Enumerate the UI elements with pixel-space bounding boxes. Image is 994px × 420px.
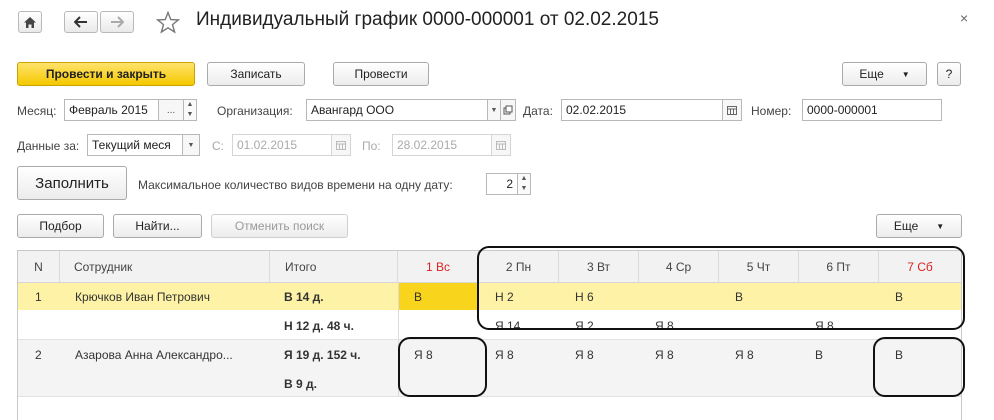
save-button[interactable]: Записать [207, 62, 305, 86]
close-icon[interactable]: × [960, 10, 968, 26]
data-for-label: Данные за: [17, 139, 80, 153]
day-cell[interactable]: Я 8 [735, 348, 754, 362]
col-day-header[interactable]: 4 Ср [639, 251, 719, 283]
total-line2: В 9 д. [284, 377, 317, 391]
home-icon [24, 16, 36, 28]
forward-button[interactable] [100, 11, 134, 33]
day-cell[interactable]: Я 8 [655, 348, 674, 362]
col-n-header[interactable]: N [18, 251, 60, 283]
fill-button[interactable]: Заполнить [17, 166, 127, 200]
cancel-search-button[interactable]: Отменить поиск [211, 214, 348, 238]
col-day-header[interactable]: 2 Пн [479, 251, 559, 283]
col-total-header[interactable]: Итого [270, 251, 398, 283]
to-date-field[interactable]: 28.02.2015 [392, 134, 492, 156]
data-for-dropdown-icon[interactable]: ▼ [182, 134, 200, 156]
arrow-left-icon [74, 16, 87, 28]
from-date-field[interactable]: 01.02.2015 [232, 134, 332, 156]
day-cell[interactable]: В [735, 290, 743, 304]
month-label: Месяц: [17, 104, 57, 118]
post-and-close-button[interactable]: Провести и закрыть [17, 62, 195, 86]
day-cell[interactable]: В [895, 348, 903, 362]
employee-name: Азарова Анна Александро... [75, 348, 233, 362]
col-day-header[interactable]: 6 Пт [799, 251, 879, 283]
day-cell[interactable]: В [414, 290, 422, 304]
home-button[interactable] [18, 11, 42, 33]
date-label: Дата: [523, 104, 553, 118]
table-row-continuation[interactable]: Н 12 д. 48 ч. Я 14 Я 2 Я 8 Я 8 [18, 310, 961, 340]
schedule-table: N Сотрудник Итого 1 Вс 2 Пн 3 Вт 4 Ср 5 … [17, 250, 962, 420]
total-line1: Я 19 д. 152 ч. [284, 348, 361, 362]
col-day-header[interactable]: 1 Вс [398, 251, 479, 283]
table-row[interactable]: 1 Крючков Иван Петрович В 14 д. В Н 2 Н … [18, 283, 961, 310]
month-select-button[interactable]: ... [158, 99, 184, 121]
to-label: По: [362, 139, 381, 153]
post-button[interactable]: Провести [333, 62, 429, 86]
employee-name: Крючков Иван Петрович [75, 290, 210, 304]
row-number: 1 [35, 290, 42, 304]
row-number: 2 [35, 348, 42, 362]
day-cell[interactable]: Я 2 [575, 319, 594, 333]
back-button[interactable] [64, 11, 98, 33]
day-cell[interactable]: Я 8 [815, 319, 834, 333]
calendar-icon[interactable] [722, 99, 742, 121]
month-spinner[interactable]: ▲ ▼ [183, 99, 197, 121]
col-employee-header[interactable]: Сотрудник [60, 251, 270, 283]
day-cell[interactable]: Н 6 [575, 290, 594, 304]
table-row-continuation[interactable]: В 9 д. [18, 369, 961, 397]
more-menu-button[interactable]: Еще ▼ [842, 62, 927, 86]
number-field[interactable]: 0000-000001 [802, 99, 942, 121]
day-cell[interactable]: Я 8 [655, 319, 674, 333]
day-cell[interactable]: В [815, 348, 823, 362]
from-label: С: [212, 139, 224, 153]
from-calendar-icon[interactable] [331, 134, 351, 156]
table-header: N Сотрудник Итого 1 Вс 2 Пн 3 Вт 4 Ср 5 … [18, 251, 961, 283]
day-cell[interactable]: Я 8 [495, 348, 514, 362]
to-calendar-icon[interactable] [491, 134, 511, 156]
max-types-spinner[interactable]: ▲ ▼ [517, 173, 531, 195]
day-cell[interactable]: Я 14 [495, 319, 520, 333]
more-label: Еще [859, 67, 884, 81]
table-more-button[interactable]: Еще ▼ [876, 214, 962, 238]
dropdown-arrow-icon: ▼ [901, 69, 910, 79]
total-line1: В 14 д. [284, 290, 324, 304]
day-cell[interactable]: В [895, 290, 903, 304]
organization-dropdown-button[interactable]: ▼ [487, 99, 501, 121]
date-field[interactable]: 02.02.2015 [561, 99, 723, 121]
max-types-input[interactable]: 2 [486, 173, 518, 195]
favorite-star-icon[interactable] [155, 10, 181, 37]
find-button[interactable]: Найти... [113, 214, 202, 238]
window-title: Индивидуальный график 0000-000001 от 02.… [196, 9, 659, 30]
max-types-label: Максимальное количество видов времени на… [138, 178, 453, 192]
day-cell[interactable]: Я 8 [414, 348, 433, 362]
column-divider [398, 283, 399, 397]
table-more-label: Еще [893, 219, 919, 233]
data-for-select[interactable]: Текущий меся [87, 134, 183, 156]
organization-field[interactable]: Авангард ООО [306, 99, 488, 121]
organization-label: Организация: [217, 104, 293, 118]
selected-cell[interactable] [398, 283, 479, 310]
day-cell[interactable]: Я 8 [575, 348, 594, 362]
col-day-header[interactable]: 5 Чт [719, 251, 799, 283]
col-day-header[interactable]: 7 Сб [879, 251, 961, 283]
open-organization-icon[interactable] [500, 99, 516, 121]
dropdown-arrow-icon: ▼ [936, 221, 945, 231]
pick-button[interactable]: Подбор [17, 214, 104, 238]
day-cell[interactable]: Н 2 [495, 290, 514, 304]
col-day-header[interactable]: 3 Вт [559, 251, 639, 283]
number-label: Номер: [751, 104, 792, 118]
table-row[interactable]: 2 Азарова Анна Александро... Я 19 д. 152… [18, 340, 961, 369]
month-field[interactable]: Февраль 2015 [64, 99, 159, 121]
total-line2: Н 12 д. 48 ч. [284, 319, 354, 333]
help-button[interactable]: ? [937, 62, 961, 86]
arrow-right-icon [111, 16, 124, 28]
